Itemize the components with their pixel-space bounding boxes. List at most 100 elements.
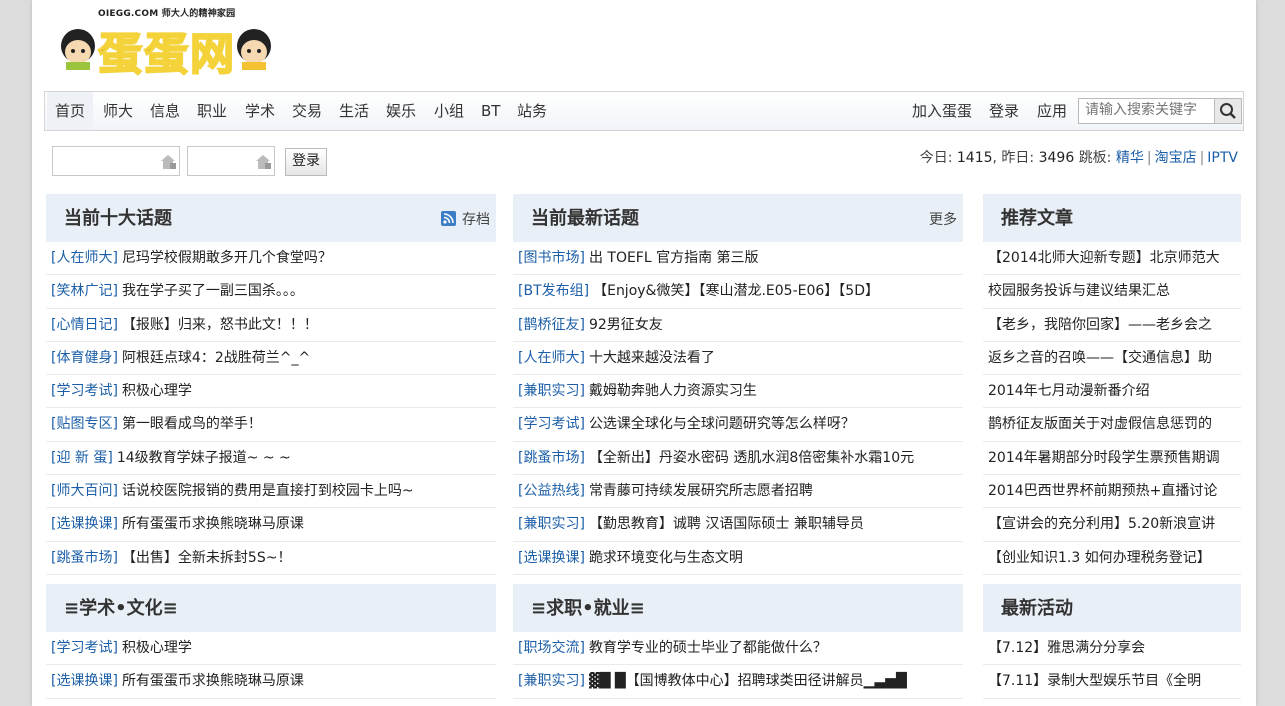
topic-link[interactable]: ▓█ █【国博教体中心】招聘球类田径讲解员▁▃▅█ <box>589 673 907 689</box>
board-link[interactable]: [选课换课] <box>51 516 118 532</box>
topic-link[interactable]: 跪求环境变化与生态文明 <box>589 550 743 566</box>
topic-link[interactable]: 公选课全球化与全球问题研究等怎么样呀？ <box>589 416 855 432</box>
nav-career[interactable]: 职业 <box>189 92 235 130</box>
nav-site-affairs[interactable]: 站务 <box>509 92 555 130</box>
article-link[interactable]: 【创业知识1.3 如何办理税务登记】 <box>988 550 1211 566</box>
nav-academic[interactable]: 学术 <box>237 92 283 130</box>
nav-info[interactable]: 信息 <box>142 92 188 130</box>
topic-link[interactable]: 常青藤可持续发展研究所志愿者招聘 <box>589 483 813 499</box>
article-link[interactable]: 2014年暑期部分时段学生票预售期调 <box>988 450 1220 466</box>
board-link[interactable]: [选课换课] <box>518 550 585 566</box>
jobs-list: [职场交流] 教育学专业的硕士毕业了都能做什么？ [兼职实习] ▓█ █【国博教体中… <box>513 632 963 699</box>
board-link[interactable]: [公益热线] <box>518 483 585 499</box>
board-link[interactable]: [学习考试] <box>51 640 118 656</box>
search-icon <box>1220 103 1236 119</box>
board-link[interactable]: [选课换课] <box>51 673 118 689</box>
topic-link[interactable]: 【勤思教育】诚聘 汉语国际硕士 兼职辅导员 <box>589 516 864 532</box>
login-button[interactable]: 登录 <box>285 148 327 176</box>
nav-bnu[interactable]: 师大 <box>95 92 141 130</box>
board-link[interactable]: [体育健身] <box>51 350 118 366</box>
link-featured[interactable]: 精华 <box>1116 150 1144 166</box>
site-logo[interactable]: OIEGG.COM 师大人的精神家园 蛋蛋网 <box>58 4 278 84</box>
article-link[interactable]: 鹊桥征友版面关于对虚假信息惩罚的 <box>988 416 1212 432</box>
board-link[interactable]: [人在师大] <box>518 350 585 366</box>
search-button[interactable] <box>1214 99 1241 123</box>
link-taobao[interactable]: 淘宝店 <box>1155 150 1197 166</box>
board-link[interactable]: [职场交流] <box>518 640 585 656</box>
board-link[interactable]: [跳蚤市场] <box>51 550 118 566</box>
password-field[interactable] <box>187 146 275 176</box>
yesterday-count: 3496 <box>1038 150 1075 166</box>
topic-link[interactable]: 14级教育学妹子报道~ ~ ~ <box>117 450 291 466</box>
nav-life[interactable]: 生活 <box>331 92 377 130</box>
nav-entertainment[interactable]: 娱乐 <box>378 92 424 130</box>
topic-link[interactable]: 尼玛学校假期敢多开几个食堂吗？ <box>122 250 332 266</box>
nav-login[interactable]: 登录 <box>981 92 1027 130</box>
panel-header: 当前最新话题 更多 <box>513 194 963 242</box>
board-link[interactable]: [人在师大] <box>51 250 118 266</box>
list-item: [跳蚤市场] 【全新出】丹姿水密码 透肌水润8倍密集补水霜10元 <box>513 442 963 476</box>
board-link[interactable]: [学习考试] <box>51 383 118 399</box>
nav-trade[interactable]: 交易 <box>284 92 330 130</box>
more-link[interactable]: 更多 <box>929 209 957 229</box>
activity-link[interactable]: 【7.12】雅思满分分享会 <box>988 640 1145 656</box>
board-link[interactable]: [鹊桥征友] <box>518 317 585 333</box>
board-link[interactable]: [贴图专区] <box>51 416 118 432</box>
topic-link[interactable]: 话说校医院报销的费用是直接打到校园卡上吗~ <box>122 483 414 499</box>
topic-link[interactable]: 教育学专业的硕士毕业了都能做什么？ <box>589 640 827 656</box>
article-link[interactable]: 【宣讲会的充分利用】5.20新浪宣讲 <box>988 516 1215 532</box>
topic-link[interactable]: 积极心理学 <box>122 383 192 399</box>
topic-link[interactable]: 【Enjoy&微笑】【寒山潜龙.E05-E06】【5D】 <box>593 283 879 299</box>
jump-label: 跳板: <box>1078 150 1112 166</box>
nav-groups[interactable]: 小组 <box>426 92 472 130</box>
topic-link[interactable]: 阿根廷点球4：2战胜荷兰^_^ <box>122 350 310 366</box>
topic-link[interactable]: 所有蛋蛋币求换熊晓琳马原课 <box>122 516 304 532</box>
lock-home-icon <box>256 155 271 169</box>
board-link[interactable]: [笑林广记] <box>51 283 118 299</box>
board-link[interactable]: [BT发布组] <box>518 283 589 299</box>
top10-panel: 当前十大话题 存档 [人在师大] 尼玛学校假期敢多开几个食堂吗？ [笑林广记] 我在… <box>46 194 496 575</box>
board-link[interactable]: [迎 新 蛋] <box>51 450 113 466</box>
link-iptv[interactable]: IPTV <box>1207 150 1238 166</box>
search-input[interactable] <box>1079 99 1219 121</box>
topic-link[interactable]: 十大越来越没法看了 <box>589 350 715 366</box>
article-link[interactable]: 返乡之音的召唤——【交通信息】助 <box>988 350 1212 366</box>
topic-link[interactable]: 出 TOEFL 官方指南 第三版 <box>589 250 759 266</box>
board-link[interactable]: [跳蚤市场] <box>518 450 585 466</box>
board-link[interactable]: [图书市场] <box>518 250 585 266</box>
topic-link[interactable]: 我在学子买了一副三国杀。。。 <box>122 283 304 299</box>
topic-link[interactable]: 【出售】全新未拆封5S~！ <box>122 550 292 566</box>
article-link[interactable]: 【2014北师大迎新专题】北京师范大 <box>988 250 1220 266</box>
activity-link[interactable]: 【7.11】录制大型娱乐节目《全明 <box>988 673 1201 689</box>
topic-link[interactable]: 戴姆勒奔驰人力资源实习生 <box>589 383 757 399</box>
username-field[interactable] <box>52 146 180 176</box>
topic-link[interactable]: 92男征女友 <box>589 317 663 333</box>
board-link[interactable]: [心情日记] <box>51 317 118 333</box>
list-item: 【老乡，我陪你回家】——老乡会之 <box>983 309 1241 342</box>
board-link[interactable]: [兼职实习] <box>518 383 585 399</box>
board-link[interactable]: [学习考试] <box>518 416 585 432</box>
topic-link[interactable]: 【全新出】丹姿水密码 透肌水润8倍密集补水霜10元 <box>589 450 914 466</box>
archive-link[interactable]: 存档 <box>441 209 490 229</box>
topic-link[interactable]: 【报账】归来，怒书此文！！！ <box>122 317 318 333</box>
nav-home[interactable]: 首页 <box>47 92 94 130</box>
rss-icon <box>441 211 456 226</box>
article-link[interactable]: 校园服务投诉与建议结果汇总 <box>988 283 1170 299</box>
list-item: [学习考试] 公选课全球化与全球问题研究等怎么样呀？ <box>513 408 963 442</box>
list-item: [鹊桥征友] 92男征女友 <box>513 309 963 342</box>
topic-link[interactable]: 积极心理学 <box>122 640 192 656</box>
board-link[interactable]: [兼职实习] <box>518 516 585 532</box>
topic-link[interactable]: 所有蛋蛋币求换熊晓琳马原课 <box>122 673 304 689</box>
nav-apps[interactable]: 应用 <box>1029 92 1075 130</box>
list-item: [兼职实习] ▓█ █【国博教体中心】招聘球类田径讲解员▁▃▅█ <box>513 665 963 699</box>
article-link[interactable]: 2014年七月动漫新番介绍 <box>988 383 1150 399</box>
board-link[interactable]: [兼职实习] <box>518 673 585 689</box>
mascot-right-icon <box>237 29 271 70</box>
nav-join[interactable]: 加入蛋蛋 <box>904 92 980 130</box>
article-link[interactable]: 2014巴西世界杯前期预热+直播讨论 <box>988 483 1217 499</box>
topic-link[interactable]: 第一眼看成鸟的举手！ <box>122 416 262 432</box>
list-item: [师大百问] 话说校医院报销的费用是直接打到校园卡上吗~ <box>46 475 496 509</box>
article-link[interactable]: 【老乡，我陪你回家】——老乡会之 <box>988 317 1212 333</box>
nav-bt[interactable]: BT <box>473 92 508 130</box>
board-link[interactable]: [师大百问] <box>51 483 118 499</box>
